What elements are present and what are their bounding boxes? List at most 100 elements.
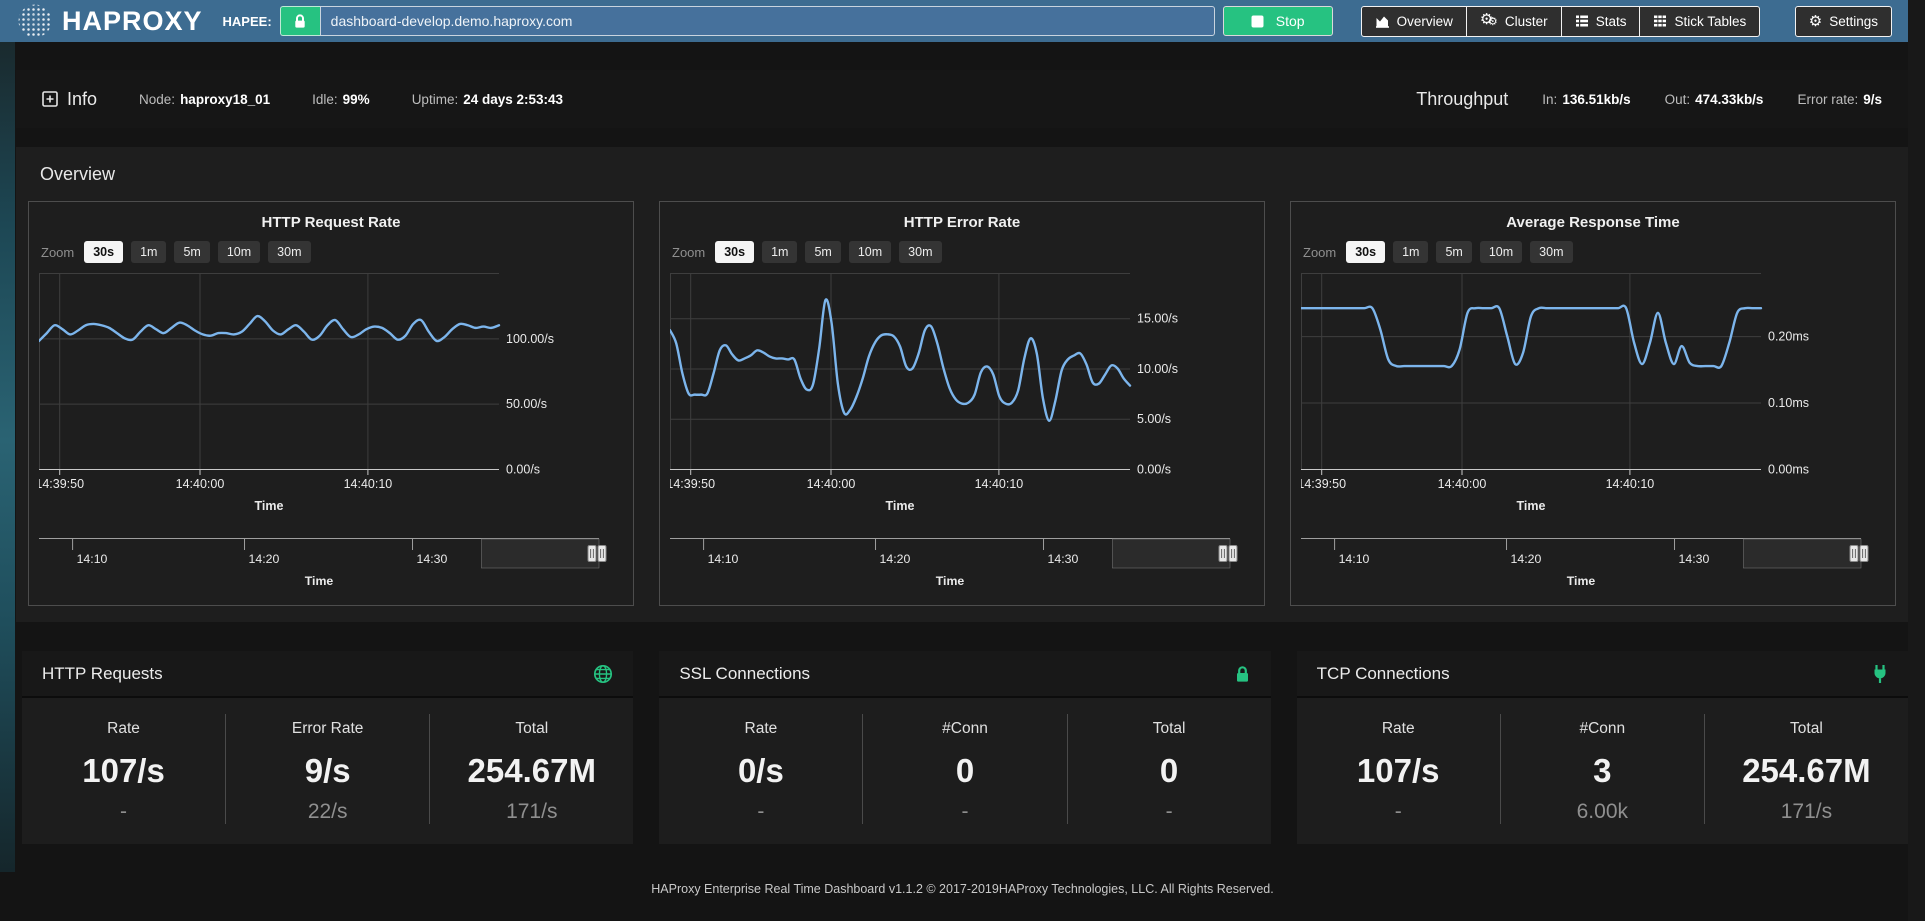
- zoom-1m-button[interactable]: 1m: [131, 241, 166, 263]
- stat-column: Rate 0/s -: [659, 714, 862, 824]
- card-title: TCP Connections: [1317, 664, 1450, 684]
- stat-sub-value: -: [1068, 801, 1271, 822]
- svg-text:14:40:00: 14:40:00: [807, 477, 856, 491]
- svg-text:0.20ms: 0.20ms: [1768, 330, 1809, 344]
- overview-button-label: Overview: [1397, 14, 1453, 29]
- settings-button[interactable]: ⚙ Settings: [1795, 6, 1892, 37]
- svg-text:14:10: 14:10: [77, 552, 108, 566]
- stick-tables-button-label: Stick Tables: [1674, 14, 1746, 29]
- card-title: SSL Connections: [679, 664, 810, 684]
- haproxy-logo-icon: [16, 2, 54, 40]
- out-label: Out:: [1665, 92, 1691, 107]
- svg-text:Time: Time: [886, 499, 915, 513]
- zoom-5m-button[interactable]: 5m: [174, 241, 209, 263]
- idle-value: 99%: [343, 92, 370, 107]
- gears-icon: ⚙ ⚙: [1480, 13, 1498, 29]
- charts-row: HTTP Request Rate Zoom 30s 1m 5m 10m 30m 0.0…: [28, 201, 1896, 606]
- grid-icon: [1653, 14, 1667, 28]
- http-request-rate-chart[interactable]: 0.00/s50.00/s100.00/s14:39:5014:40:0014:…: [39, 273, 623, 530]
- stat-sub-value: 22/s: [226, 801, 429, 822]
- chart-title: Average Response Time: [1301, 214, 1885, 231]
- stat-sub-value: 171/s: [430, 801, 633, 822]
- globe-icon: [593, 664, 613, 684]
- zoom-30s-button[interactable]: 30s: [715, 241, 754, 263]
- top-navbar: HAPROXY HAPEE: Stop Overview: [0, 0, 1908, 42]
- zoom-1m-button[interactable]: 1m: [762, 241, 797, 263]
- dashboard-url-input[interactable]: [320, 6, 1215, 36]
- zoom-10m-button[interactable]: 10m: [849, 241, 891, 263]
- gear-icon: ⚙: [1809, 14, 1822, 29]
- zoom-30m-button[interactable]: 30m: [899, 241, 941, 263]
- card-title: HTTP Requests: [42, 664, 163, 684]
- svg-text:14:10: 14:10: [708, 552, 739, 566]
- svg-text:0.00/s: 0.00/s: [1137, 463, 1171, 477]
- info-label: Info: [67, 89, 97, 110]
- zoom-30m-button[interactable]: 30m: [268, 241, 310, 263]
- zoom-30s-button[interactable]: 30s: [1346, 241, 1385, 263]
- svg-text:Time: Time: [1567, 574, 1596, 588]
- svg-text:14:20: 14:20: [249, 552, 280, 566]
- cluster-button[interactable]: ⚙ ⚙ Cluster: [1466, 6, 1562, 37]
- error-rate-stat: Error rate: 9/s: [1797, 92, 1882, 107]
- node-label: Node:: [139, 92, 175, 107]
- stop-button-label: Stop: [1276, 13, 1305, 29]
- expand-plus-icon: [42, 91, 58, 107]
- http-error-rate-navigator[interactable]: 14:1014:2014:30Time: [670, 530, 1254, 599]
- zoom-label: Zoom: [672, 245, 705, 260]
- zoom-30m-button[interactable]: 30m: [1530, 241, 1572, 263]
- throughput-in-stat: In: 136.51kb/s: [1542, 92, 1630, 107]
- average-response-time-chart[interactable]: 0.00ms0.10ms0.20ms14:39:5014:40:0014:40:…: [1301, 273, 1885, 530]
- http-error-rate-panel: HTTP Error Rate Zoom 30s1m5m10m30m 0.00/…: [659, 201, 1265, 606]
- page-footer: HAProxy Enterprise Real Time Dashboard v…: [0, 844, 1925, 898]
- zoom-1m-button[interactable]: 1m: [1393, 241, 1428, 263]
- stick-tables-button[interactable]: Stick Tables: [1639, 6, 1760, 37]
- zoom-30s-button[interactable]: 30s: [84, 241, 123, 263]
- stop-button[interactable]: Stop: [1223, 6, 1333, 36]
- lock-icon: [1234, 665, 1251, 684]
- svg-text:14:20: 14:20: [1511, 552, 1542, 566]
- overview-section: Overview HTTP Request Rate Zoom 30s1m5m1…: [16, 147, 1908, 622]
- zoom-5m-button[interactable]: 5m: [1436, 241, 1471, 263]
- overview-button[interactable]: Overview: [1361, 6, 1467, 37]
- http-error-rate-chart[interactable]: 0.00/s5.00/s10.00/s15.00/s14:39:5014:40:…: [670, 273, 1254, 530]
- stat-label: Rate: [1297, 720, 1500, 738]
- stats-button[interactable]: Stats: [1561, 6, 1641, 37]
- zoom-10m-button[interactable]: 10m: [1480, 241, 1522, 263]
- http-requests-card: HTTP Requests Rate 107/s - Error Rate: [22, 651, 633, 844]
- in-value: 136.51kb/s: [1562, 92, 1630, 107]
- card-body: Rate 107/s - Error Rate 9/s 22/s Total 2…: [22, 698, 633, 844]
- cluster-button-label: Cluster: [1505, 14, 1548, 29]
- address-bar: [280, 6, 1215, 36]
- svg-text:0.00ms: 0.00ms: [1768, 463, 1809, 477]
- svg-text:14:30: 14:30: [1679, 552, 1710, 566]
- uptime-stat: Uptime: 24 days 2:53:43: [412, 92, 563, 107]
- stat-label: Error Rate: [226, 720, 429, 738]
- zoom-10m-button[interactable]: 10m: [218, 241, 260, 263]
- card-header: HTTP Requests: [22, 651, 633, 698]
- svg-text:0.10ms: 0.10ms: [1768, 396, 1809, 410]
- chart-title: HTTP Request Rate: [39, 214, 623, 231]
- stat-sub-value: 171/s: [1705, 801, 1908, 822]
- uptime-value: 24 days 2:53:43: [463, 92, 563, 107]
- throughput-title: Throughput: [1416, 89, 1508, 110]
- svg-text:15.00/s: 15.00/s: [1137, 312, 1178, 326]
- svg-text:14:40:10: 14:40:10: [344, 477, 393, 491]
- average-response-time-navigator[interactable]: 14:1014:2014:30Time: [1301, 530, 1885, 599]
- zoom-5m-button[interactable]: 5m: [805, 241, 840, 263]
- stat-value: 254.67M: [1705, 754, 1908, 787]
- stat-column: Total 0 -: [1067, 714, 1271, 824]
- info-bar: Info Node: haproxy18_01 Idle: 99% Uptime…: [16, 70, 1908, 128]
- svg-text:14:40:10: 14:40:10: [1606, 477, 1655, 491]
- stat-column: Rate 107/s -: [1297, 714, 1500, 824]
- svg-text:5.00/s: 5.00/s: [1137, 412, 1171, 426]
- stat-column: Rate 107/s -: [22, 714, 225, 824]
- info-toggle[interactable]: Info: [42, 89, 97, 110]
- stat-value: 9/s: [226, 754, 429, 787]
- error-rate-value: 9/s: [1863, 92, 1882, 107]
- stat-sub-value: -: [659, 801, 862, 822]
- stat-sub-value: -: [863, 801, 1066, 822]
- stat-value: 0/s: [659, 754, 862, 787]
- svg-text:Time: Time: [1517, 499, 1546, 513]
- stat-label: Rate: [659, 720, 862, 738]
- http-request-rate-navigator[interactable]: 14:1014:2014:30Time: [39, 530, 623, 599]
